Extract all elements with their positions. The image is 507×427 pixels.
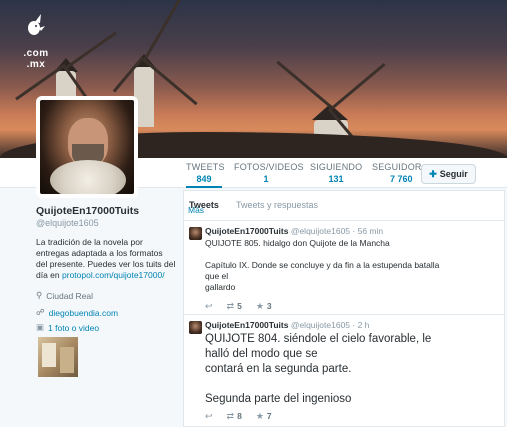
follow-button[interactable]: ✚ Seguir: [421, 164, 476, 184]
location-pin-icon: ⚲: [36, 290, 43, 300]
site-logo[interactable]: .com .mx: [22, 14, 50, 80]
favorite-button[interactable]: ★ 3: [256, 301, 272, 312]
tab-photos-count: 1: [263, 174, 269, 184]
add-user-icon: ✚: [429, 168, 437, 179]
tweet-author-handle[interactable]: @elquijote1605: [291, 226, 350, 236]
tab-photos-videos[interactable]: FOTOS/VIDEOS 1: [234, 162, 304, 184]
tweet-line: [205, 377, 431, 392]
link-icon: ☍: [36, 307, 45, 317]
bunny-icon: [22, 14, 50, 42]
favorite-count: 7: [266, 411, 272, 421]
tweet-line: QUIJOTE 805. hidalgo don Quijote de la M…: [205, 238, 390, 248]
tweet-line: QUIJOTE 804. siéndole el cielo favorable…: [205, 333, 432, 345]
retweet-count: 8: [237, 411, 242, 421]
camera-icon: ▣: [36, 322, 45, 332]
profile-website-text[interactable]: diegobuendia.com: [49, 308, 118, 318]
timeline-tabs: Tweets Tweets y respuestas Más: [184, 191, 504, 221]
tweet-time[interactable]: · 56 min: [352, 226, 383, 236]
tweet-header: QuijoteEn17000Tuits @elquijote1605 · 2 h: [205, 320, 369, 330]
tweet-item[interactable]: QuijoteEn17000Tuits @elquijote1605 · 56 …: [184, 221, 504, 315]
tweet-timeline: Tweets Tweets y respuestas Más QuijoteEn…: [183, 190, 505, 427]
tweet-author-name[interactable]: QuijoteEn17000Tuits: [205, 320, 288, 330]
profile-bio: La tradición de la novela por entregas a…: [36, 237, 176, 281]
retweet-button[interactable]: ⇄ 8: [227, 411, 242, 422]
tweet-author-name[interactable]: QuijoteEn17000Tuits: [205, 226, 288, 236]
favorite-button[interactable]: ★ 7: [256, 411, 272, 422]
tab-followers[interactable]: SEGUIDOR 7 760: [372, 162, 422, 184]
tab-followers-label: SEGUIDOR: [372, 162, 422, 172]
tweet-avatar[interactable]: [189, 321, 202, 334]
retweet-count: 5: [237, 301, 242, 311]
profile-handle[interactable]: @elquijote1605: [36, 218, 176, 228]
tweet-line: Capítulo IX. Donde se concluye y da fin …: [205, 260, 440, 270]
tweet-text: QUIJOTE 804. siéndole el cielo favorable…: [205, 332, 431, 407]
tweet-line: gallardo: [205, 282, 236, 292]
tweet-line: contará en la segunda parte.: [205, 363, 352, 375]
profile-name[interactable]: QuijoteEn17000Tuits: [36, 205, 176, 217]
tab-tweets[interactable]: TWEETS 849: [186, 162, 225, 188]
photos-videos-link[interactable]: ▣ 1 foto o video: [36, 322, 99, 333]
retweet-button[interactable]: ⇄ 5: [227, 301, 242, 312]
tweet-item[interactable]: QuijoteEn17000Tuits @elquijote1605 · 2 h…: [184, 315, 504, 427]
tweet-avatar[interactable]: [189, 227, 202, 240]
tweet-line: que el: [205, 271, 229, 281]
profile-avatar[interactable]: [36, 96, 138, 198]
tweet-author-handle[interactable]: @elquijote1605: [291, 320, 350, 330]
reply-icon[interactable]: ↩: [205, 301, 213, 312]
profile-location: ⚲ Ciudad Real: [36, 290, 176, 301]
favorite-count: 3: [266, 301, 272, 311]
tab-tweets-label: TWEETS: [186, 162, 225, 172]
logo-text-bottom: .mx: [26, 59, 46, 70]
photos-videos-label: 1 foto o video: [48, 322, 100, 333]
media-thumbnail[interactable]: [38, 337, 78, 377]
tweet-text: QUIJOTE 805. hidalgo don Quijote de la M…: [205, 238, 439, 293]
tweet-line: Segunda parte del ingenioso: [205, 393, 352, 405]
profile-location-text: Ciudad Real: [46, 290, 94, 301]
profile-bio-link[interactable]: protopol.com/quijote17000/: [62, 270, 165, 280]
tweet-actions: ↩ ⇄ 8 ★ 7: [205, 411, 272, 422]
retweet-icon: ⇄: [226, 411, 235, 421]
tweet-line: [205, 249, 439, 260]
follow-button-label: Seguir: [439, 169, 468, 179]
tab-following-count: 131: [328, 174, 344, 184]
tab-followers-count: 7 760: [390, 174, 413, 184]
tweet-time[interactable]: · 2 h: [352, 320, 369, 330]
retweet-icon: ⇄: [226, 301, 235, 311]
more-link[interactable]: Más: [188, 205, 204, 215]
tab-photos-label: FOTOS/VIDEOS: [234, 162, 304, 172]
profile-card: QuijoteEn17000Tuits @elquijote1605 La tr…: [36, 205, 176, 318]
tweet-line: halló del modo que se: [205, 348, 318, 360]
reply-icon[interactable]: ↩: [205, 411, 213, 422]
star-icon: ★: [255, 301, 264, 311]
profile-website[interactable]: ☍ diegobuendia.com: [36, 307, 176, 318]
tab-tweets-replies[interactable]: Tweets y respuestas: [236, 200, 318, 210]
tweet-actions: ↩ ⇄ 5 ★ 3: [205, 301, 272, 312]
star-icon: ★: [255, 411, 264, 421]
tab-tweets-count: 849: [196, 174, 212, 184]
tweet-header: QuijoteEn17000Tuits @elquijote1605 · 56 …: [205, 226, 383, 236]
tab-following[interactable]: SIGUIENDO 131: [310, 162, 362, 184]
logo-text-top: .com: [23, 48, 49, 59]
tab-following-label: SIGUIENDO: [310, 162, 363, 172]
